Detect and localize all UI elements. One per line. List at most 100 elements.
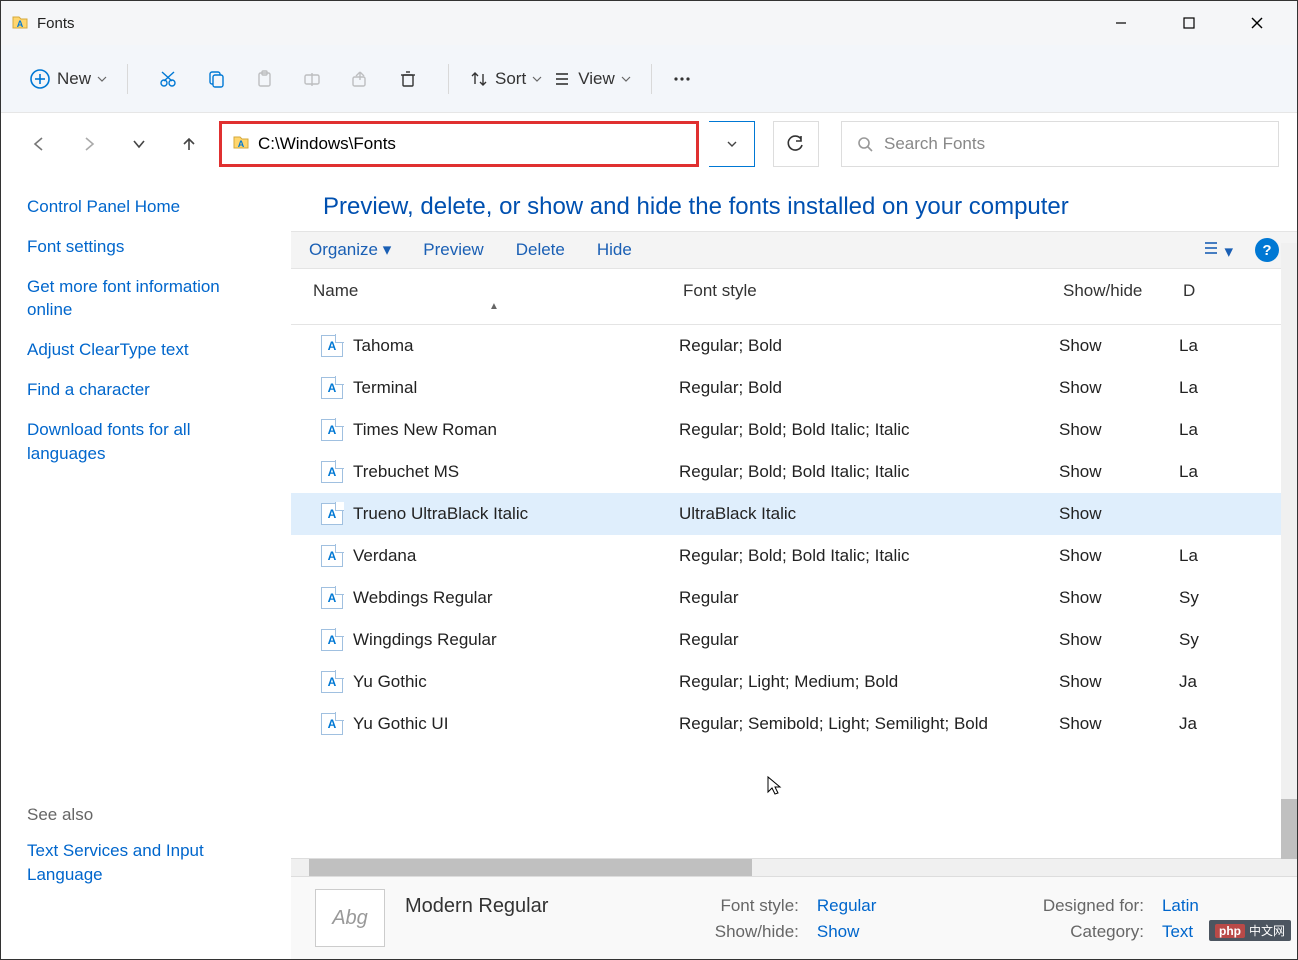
help-button[interactable]: ? [1255, 238, 1279, 262]
font-row[interactable]: AWebdings RegularRegularShowSy [291, 577, 1297, 619]
preview-category-label: Category: [969, 922, 1144, 942]
more-button[interactable] [672, 69, 692, 89]
font-d-cell: La [1179, 336, 1219, 356]
font-row[interactable]: ATrueno UltraBlack ItalicUltraBlack Ital… [291, 493, 1297, 535]
nav-back-button[interactable] [19, 124, 59, 164]
font-name: Verdana [353, 546, 416, 566]
font-row[interactable]: ATerminalRegular; BoldShowLa [291, 367, 1297, 409]
font-name: Yu Gothic UI [353, 714, 448, 734]
list-icon [1202, 239, 1220, 257]
sidebar-link-0[interactable]: Control Panel Home [27, 195, 265, 219]
preview-designed-value[interactable]: Latin [1162, 896, 1273, 916]
preview-showhide-value[interactable]: Show [817, 922, 951, 942]
font-row[interactable]: ATimes New RomanRegular; Bold; Bold Ital… [291, 409, 1297, 451]
column-d[interactable]: D [1179, 277, 1219, 316]
fonts-folder-icon: A [11, 13, 29, 34]
copy-icon [206, 69, 226, 89]
font-file-icon: A [321, 629, 343, 651]
font-row[interactable]: AYu GothicRegular; Light; Medium; BoldSh… [291, 661, 1297, 703]
address-input[interactable] [258, 134, 686, 154]
font-row[interactable]: AWingdings RegularRegularShowSy [291, 619, 1297, 661]
column-show-hide[interactable]: Show/hide [1059, 277, 1179, 316]
font-list[interactable]: ATahomaRegular; BoldShowLaATerminalRegul… [291, 325, 1297, 858]
address-bar[interactable]: A [219, 121, 699, 167]
font-row[interactable]: AVerdanaRegular; Bold; Bold Italic; Ital… [291, 535, 1297, 577]
preview-designed-label: Designed for: [969, 896, 1144, 916]
trash-icon [398, 69, 418, 89]
search-box[interactable]: Search Fonts [841, 121, 1279, 167]
page-heading: Preview, delete, or show and hide the fo… [291, 175, 1297, 231]
plus-circle-icon [29, 68, 51, 90]
font-row[interactable]: ATahomaRegular; BoldShowLa [291, 325, 1297, 367]
chevron-down-icon [621, 74, 631, 84]
svg-text:A: A [238, 139, 245, 149]
main-toolbar: New Sort View [1, 45, 1297, 113]
font-show-cell: Show [1059, 420, 1179, 440]
preview-button[interactable]: Preview [423, 240, 483, 260]
font-style-cell: Regular; Bold; Bold Italic; Italic [679, 420, 1059, 440]
view-options-button[interactable]: ▾ [1202, 239, 1233, 262]
nav-history-button[interactable] [119, 124, 159, 164]
ellipsis-icon [672, 69, 692, 89]
sidebar-link-1[interactable]: Font settings [27, 235, 265, 259]
view-button[interactable]: View [552, 69, 631, 89]
close-button[interactable] [1237, 7, 1277, 39]
delete-font-button[interactable]: Delete [516, 240, 565, 260]
sort-indicator-icon: ▲ [313, 301, 675, 312]
scissors-icon [158, 69, 178, 89]
horizontal-scrollbar[interactable] [291, 858, 1297, 876]
hide-button[interactable]: Hide [597, 240, 632, 260]
column-font-style[interactable]: Font style [679, 277, 1059, 316]
rename-button[interactable] [302, 69, 322, 89]
font-name: Webdings Regular [353, 588, 493, 608]
sidebar-link-2[interactable]: Get more font information online [27, 275, 265, 323]
font-style-cell: Regular [679, 588, 1059, 608]
rename-icon [302, 69, 322, 89]
copy-button[interactable] [206, 69, 226, 89]
share-button[interactable] [350, 69, 370, 89]
sidebar-link-5[interactable]: Download fonts for all languages [27, 418, 265, 466]
nav-up-button[interactable] [169, 124, 209, 164]
font-name: Trebuchet MS [353, 462, 459, 482]
delete-button[interactable] [398, 69, 418, 89]
maximize-button[interactable] [1169, 7, 1209, 39]
organize-button[interactable]: Organize ▾ [309, 240, 391, 260]
svg-text:A: A [17, 19, 24, 29]
font-d-cell: La [1179, 378, 1219, 398]
new-button[interactable]: New [29, 68, 107, 90]
search-placeholder: Search Fonts [884, 134, 985, 154]
main-panel: Preview, delete, or show and hide the fo… [291, 175, 1297, 959]
font-show-cell: Show [1059, 336, 1179, 356]
sidebar-link-3[interactable]: Adjust ClearType text [27, 338, 265, 362]
address-dropdown-button[interactable] [709, 121, 755, 167]
minimize-button[interactable] [1101, 7, 1141, 39]
refresh-button[interactable] [773, 121, 819, 167]
font-d-cell: La [1179, 546, 1219, 566]
sort-button[interactable]: Sort [469, 69, 542, 89]
preview-showhide-label: Show/hide: [641, 922, 799, 942]
paste-button[interactable] [254, 69, 274, 89]
nav-row: A Search Fonts [1, 113, 1297, 175]
font-row[interactable]: AYu Gothic UIRegular; Semibold; Light; S… [291, 703, 1297, 745]
clipboard-icon [254, 69, 274, 89]
nav-forward-button[interactable] [69, 124, 109, 164]
font-d-cell: Sy [1179, 630, 1219, 650]
preview-fontstyle-value[interactable]: Regular [817, 896, 951, 916]
list-icon [552, 69, 572, 89]
refresh-icon [786, 134, 806, 154]
preview-thumbnail: Abg [315, 889, 385, 947]
font-d-cell: Ja [1179, 672, 1219, 692]
sidebar: Control Panel Home Font settings Get more … [1, 175, 291, 959]
font-d-cell: Ja [1179, 714, 1219, 734]
column-name[interactable]: Name ▲ [309, 277, 679, 316]
font-row[interactable]: ATrebuchet MSRegular; Bold; Bold Italic;… [291, 451, 1297, 493]
font-file-icon: A [321, 377, 343, 399]
window-titlebar: A Fonts [1, 1, 1297, 45]
font-name: Tahoma [353, 336, 413, 356]
vertical-scrollbar[interactable] [1281, 243, 1297, 869]
sidebar-link-4[interactable]: Find a character [27, 378, 265, 402]
seealso-link-0[interactable]: Text Services and Input Language [27, 839, 265, 887]
chevron-down-icon [97, 74, 107, 84]
see-also-header: See also [27, 805, 265, 825]
cut-button[interactable] [158, 69, 178, 89]
